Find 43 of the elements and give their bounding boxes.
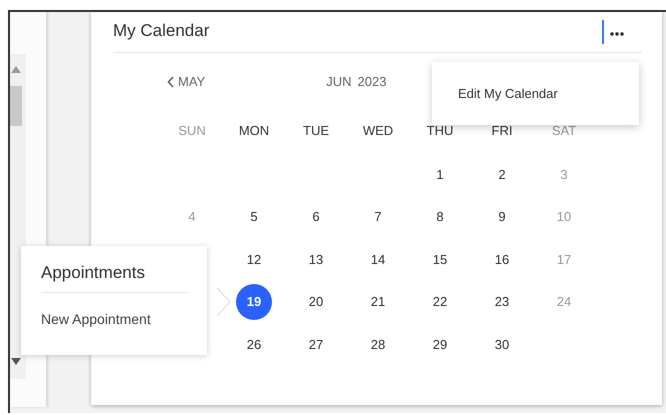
day-number[interactable]: 1 [422, 156, 458, 192]
day-number[interactable]: 29 [422, 326, 458, 362]
weekday-label: WED [362, 123, 394, 138]
weekday-label: MON [238, 123, 270, 138]
weekday-label: FRI [492, 123, 512, 138]
day-number[interactable]: 20 [298, 284, 334, 320]
weekday-label: TUE [303, 123, 329, 138]
day-number[interactable]: 21 [360, 284, 396, 320]
day-number[interactable]: 9 [484, 198, 520, 235]
day-number[interactable]: 8 [422, 198, 458, 235]
day-number[interactable]: 26 [236, 326, 272, 362]
day-number[interactable]: 12 [236, 241, 272, 278]
month-label: JUN [326, 73, 352, 92]
menu-item[interactable]: Edit My Calendar [458, 86, 558, 101]
day-number[interactable]: 7 [360, 198, 396, 235]
day-number[interactable]: 23 [484, 284, 520, 320]
day-number[interactable]: 27 [298, 326, 334, 362]
popover-title: Appointments [41, 260, 189, 292]
day-number[interactable]: 22 [422, 284, 458, 320]
weekday-label: SAT [552, 123, 576, 138]
previous-month-link[interactable]: MAY [167, 72, 206, 92]
day-number[interactable]: 16 [484, 241, 520, 278]
new-appointment-link[interactable]: New Appointment [41, 308, 151, 330]
day-number[interactable]: 28 [360, 326, 396, 362]
up-arrow-icon[interactable] [11, 66, 21, 73]
weekday-label: THU [426, 123, 454, 138]
down-arrow-icon[interactable] [11, 358, 21, 365]
day-number[interactable]: 6 [298, 198, 334, 235]
weekday-label: SUN [178, 123, 206, 138]
scrollbar-thumb[interactable] [10, 86, 22, 126]
scrollbar[interactable] [10, 54, 26, 379]
day-number[interactable]: 14 [360, 241, 396, 278]
selected-day[interactable]: 19 [236, 284, 272, 320]
year-label: 2023 [358, 73, 386, 92]
day-number[interactable]: 5 [236, 198, 272, 235]
more-icon [610, 32, 624, 36]
day-number[interactable]: 13 [298, 241, 334, 278]
day-number[interactable]: 30 [484, 326, 520, 362]
chevron-left-icon [167, 76, 174, 88]
day-number[interactable]: 15 [422, 241, 458, 278]
popover-pointer [217, 288, 231, 316]
card-title: My Calendar [113, 20, 210, 42]
day-number[interactable]: 2 [484, 156, 520, 192]
